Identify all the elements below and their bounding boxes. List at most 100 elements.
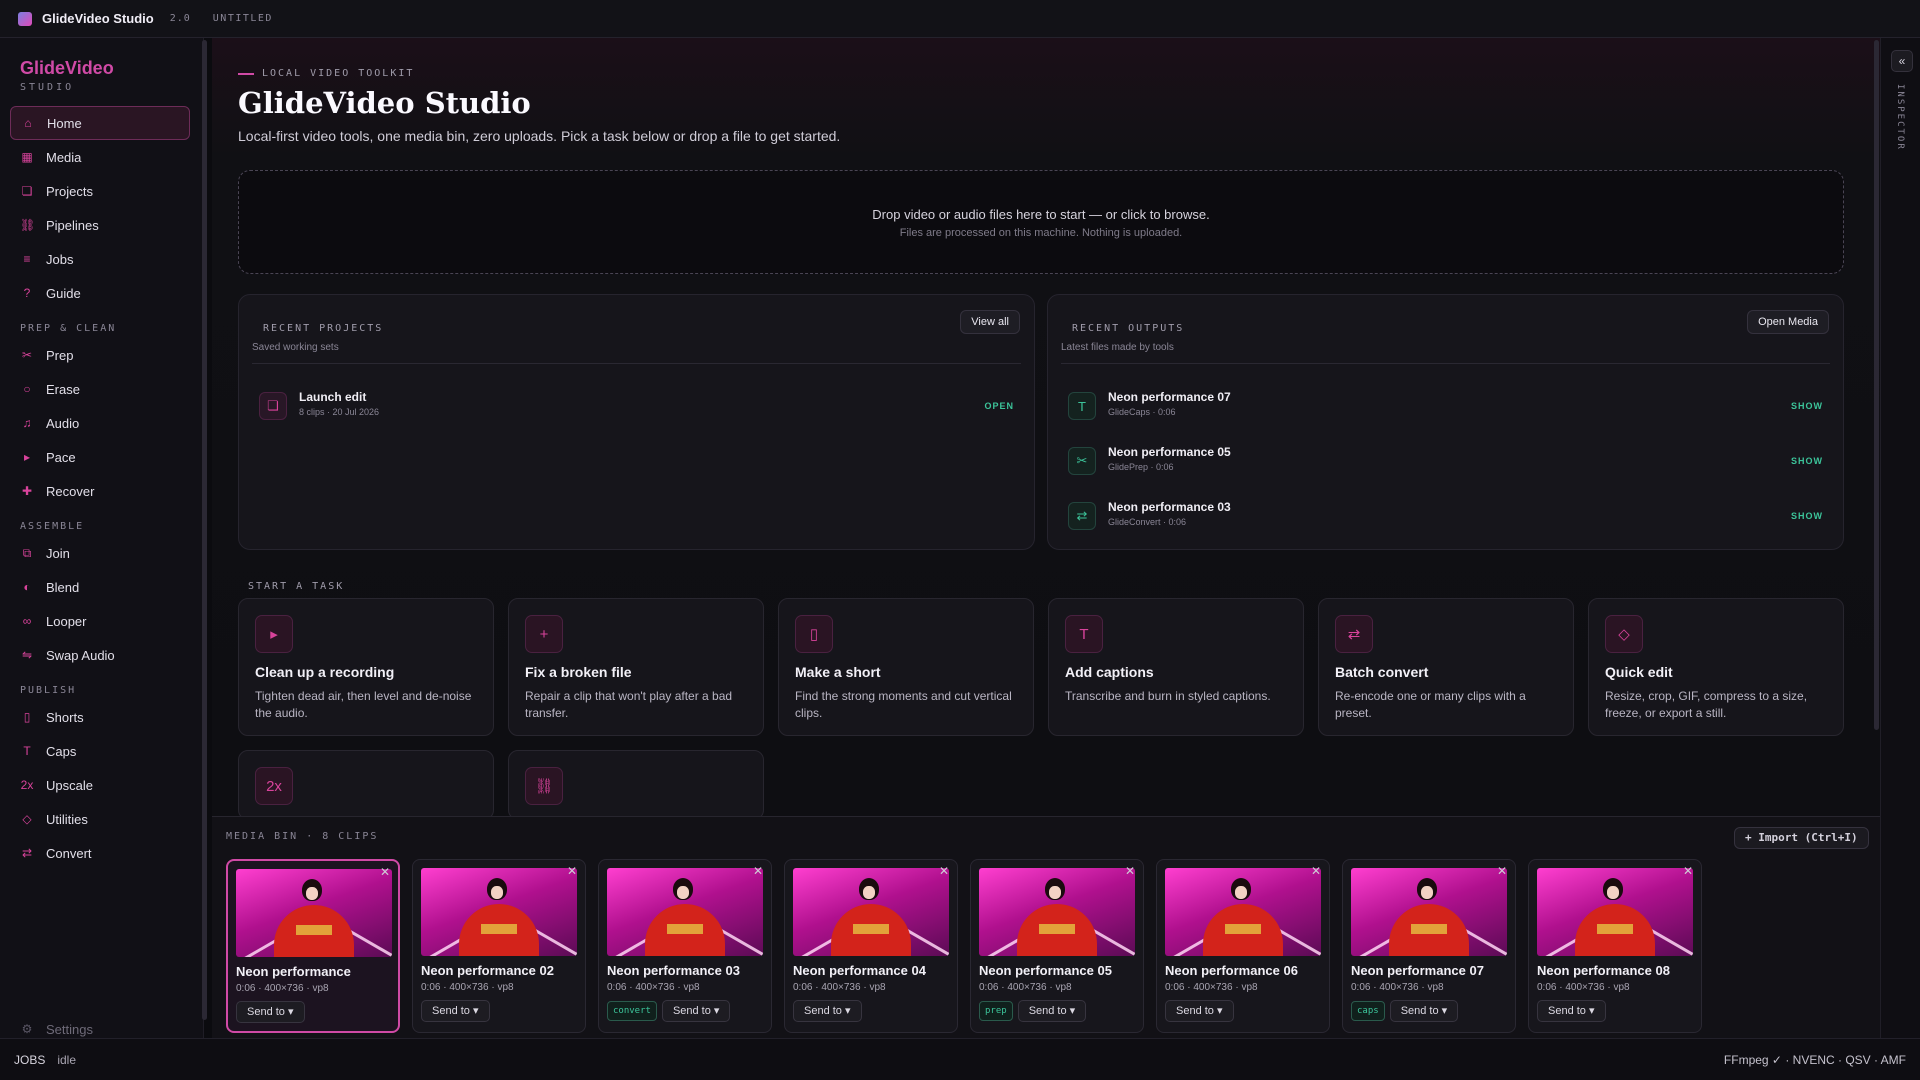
sidebar-item-erase[interactable]: ○ Erase bbox=[10, 372, 190, 406]
sidebar-group-title: ASSEMBLE bbox=[20, 521, 85, 532]
clip-actions: caps Send to ▾ bbox=[1351, 1000, 1459, 1022]
upscale-2x-icon: 2x bbox=[255, 767, 293, 805]
send-to-dropdown[interactable]: Send to ▾ bbox=[236, 1001, 305, 1023]
output-row[interactable]: ✂ Neon performance 05 GlidePrep · 0:06 S… bbox=[1068, 435, 1823, 490]
show-output-link[interactable]: SHOW bbox=[1791, 511, 1823, 521]
sidebar-item-label: Recover bbox=[46, 483, 95, 499]
sidebar-item-join[interactable]: ⧉ Join bbox=[10, 536, 190, 570]
sidebar-item-shorts[interactable]: ▯ Shorts bbox=[10, 700, 190, 734]
guide-icon: ? bbox=[23, 286, 31, 300]
sidebar-item-guide[interactable]: ? Guide bbox=[10, 276, 190, 310]
clip-tag: prep bbox=[979, 1001, 1013, 1021]
recent-outputs-panel: RECENT OUTPUTS Latest files made by tool… bbox=[1047, 294, 1844, 550]
encoder-capabilities: FFmpeg ✓ · NVENC · QSV · AMF bbox=[1723, 1052, 1906, 1067]
text-icon: T bbox=[23, 744, 31, 758]
media-clip-card[interactable]: ✕ Neon performance 07 0:06 · 400×736 · vp8… bbox=[1342, 859, 1516, 1033]
divider bbox=[252, 363, 1021, 364]
task-card-add-captions[interactable]: T Add captions Transcribe and burn in st… bbox=[1048, 598, 1304, 736]
thumbnail-figure-face bbox=[1049, 886, 1061, 899]
output-row[interactable]: ⇄ Neon performance 03 GlideConvert · 0:0… bbox=[1068, 490, 1823, 545]
send-to-dropdown[interactable]: Send to ▾ bbox=[1389, 1000, 1459, 1022]
task-card-make-short[interactable]: ▯ Make a short Find the strong moments a… bbox=[778, 598, 1034, 736]
sidebar-item-audio[interactable]: ♫ Audio bbox=[10, 406, 190, 440]
task-card-pipeline[interactable]: ⛓ bbox=[508, 750, 764, 820]
clip-name: Neon performance 07 bbox=[1351, 963, 1484, 978]
remove-clip-icon[interactable]: ✕ bbox=[753, 864, 763, 878]
music-note-icon: ♫ bbox=[22, 416, 32, 430]
blend-icon: ◐ bbox=[23, 580, 31, 594]
sidebar-item-prep[interactable]: ✂ Prep bbox=[10, 338, 190, 372]
task-card-quick-edit[interactable]: ◇ Quick edit Resize, crop, GIF, compress… bbox=[1588, 598, 1844, 736]
main-scrollbar[interactable] bbox=[1874, 40, 1879, 730]
sidebar-item-pipelines[interactable]: ⛓ Pipelines bbox=[10, 208, 190, 242]
clip-name: Neon performance 04 bbox=[793, 963, 926, 978]
media-clip-card[interactable]: ✕ Neon performance 06 0:06 · 400×736 · vp8… bbox=[1156, 859, 1330, 1033]
sidebar-item-label: Media bbox=[46, 149, 82, 165]
send-to-dropdown[interactable]: Send to ▾ bbox=[1017, 1000, 1087, 1022]
remove-clip-icon[interactable]: ✕ bbox=[380, 865, 390, 879]
sidebar-item-home[interactable]: ⌂ Home bbox=[10, 106, 190, 140]
media-clip-card[interactable]: ✕ Neon performance 04 0:06 · 400×736 · vp8… bbox=[784, 859, 958, 1033]
send-to-dropdown[interactable]: Send to ▾ bbox=[1537, 1000, 1606, 1022]
show-output-link[interactable]: SHOW bbox=[1791, 456, 1823, 466]
open-media-button[interactable]: Open Media bbox=[1747, 310, 1829, 334]
pipelines-icon: ⛓ bbox=[525, 767, 563, 805]
thumbnail-figure-sash bbox=[481, 924, 517, 934]
project-row[interactable]: ❏ Launch edit 8 clips · 20 Jul 2026 OPEN bbox=[259, 380, 1014, 435]
convert-icon: ⇄ bbox=[1335, 615, 1373, 653]
media-clip-card[interactable]: ✕ Neon performance 02 0:06 · 400×736 · vp8… bbox=[412, 859, 586, 1033]
file-drop-zone[interactable]: Drop video or audio files here to start … bbox=[238, 170, 1844, 274]
sidebar-item-caps[interactable]: T Caps bbox=[10, 734, 190, 768]
send-to-dropdown[interactable]: Send to ▾ bbox=[1165, 1000, 1234, 1022]
sidebar-item-blend[interactable]: ◐ Blend bbox=[10, 570, 190, 604]
sidebar-item-utilities[interactable]: ◇ Utilities bbox=[10, 802, 190, 836]
open-project-link[interactable]: OPEN bbox=[984, 401, 1014, 411]
media-clip-card[interactable]: ✕ Neon performance 0:06 · 400×736 · vp8 Sen… bbox=[226, 859, 400, 1033]
project-icon: ❏ bbox=[259, 392, 287, 420]
brand-name: GlideVideo bbox=[20, 58, 114, 78]
sidebar-item-looper[interactable]: ∞ Looper bbox=[10, 604, 190, 638]
output-name: Neon performance 05 bbox=[1108, 445, 1231, 459]
media-clip-card[interactable]: ✕ Neon performance 08 0:06 · 400×736 · vp8… bbox=[1528, 859, 1702, 1033]
task-card-upscale[interactable]: 2x bbox=[238, 750, 494, 820]
show-output-link[interactable]: SHOW bbox=[1791, 401, 1823, 411]
sidebar-item-media[interactable]: ▦ Media bbox=[10, 140, 190, 174]
media-clip-card[interactable]: ✕ Neon performance 03 0:06 · 400×736 · vp8… bbox=[598, 859, 772, 1033]
remove-clip-icon[interactable]: ✕ bbox=[939, 864, 949, 878]
inspector-label: INSPECTOR bbox=[1895, 84, 1905, 151]
project-name: Launch edit bbox=[299, 390, 367, 404]
clip-meta: 0:06 · 400×736 · vp8 bbox=[236, 983, 329, 994]
send-to-dropdown[interactable]: Send to ▾ bbox=[421, 1000, 490, 1022]
sidebar-item-label: Prep bbox=[46, 347, 74, 363]
sidebar-item-label: Jobs bbox=[46, 251, 74, 267]
media-clip-card[interactable]: ✕ Neon performance 05 0:06 · 400×736 · vp8… bbox=[970, 859, 1144, 1033]
remove-clip-icon[interactable]: ✕ bbox=[567, 864, 577, 878]
sidebar-item-label: Upscale bbox=[46, 777, 93, 793]
phone-icon: ▯ bbox=[23, 710, 31, 724]
sidebar-item-upscale[interactable]: 2x Upscale bbox=[10, 768, 190, 802]
import-button[interactable]: + Import (Ctrl+I) bbox=[1734, 827, 1869, 849]
jobs-label[interactable]: JOBS bbox=[14, 1053, 45, 1067]
sidebar-item-swap-audio[interactable]: ⇋ Swap Audio bbox=[10, 638, 190, 672]
clip-thumbnail bbox=[236, 869, 392, 957]
thumbnail-figure-face bbox=[306, 887, 318, 900]
sidebar-item-recover[interactable]: ✚ Recover bbox=[10, 474, 190, 508]
task-card-batch-convert[interactable]: ⇄ Batch convert Re-encode one or many cl… bbox=[1318, 598, 1574, 736]
task-card-clean-up[interactable]: ▸ Clean up a recording Tighten dead air,… bbox=[238, 598, 494, 736]
remove-clip-icon[interactable]: ✕ bbox=[1311, 864, 1321, 878]
remove-clip-icon[interactable]: ✕ bbox=[1683, 864, 1693, 878]
send-to-dropdown[interactable]: Send to ▾ bbox=[661, 1000, 731, 1022]
sidebar-scrollbar[interactable] bbox=[202, 40, 207, 1020]
view-all-button[interactable]: View all bbox=[960, 310, 1020, 334]
task-card-fix-file[interactable]: + Fix a broken file Repair a clip that w… bbox=[508, 598, 764, 736]
sidebar-item-pace[interactable]: ▸ Pace bbox=[10, 440, 190, 474]
sidebar-item-jobs[interactable]: ≡ Jobs bbox=[10, 242, 190, 276]
remove-clip-icon[interactable]: ✕ bbox=[1497, 864, 1507, 878]
remove-clip-icon[interactable]: ✕ bbox=[1125, 864, 1135, 878]
send-to-dropdown[interactable]: Send to ▾ bbox=[793, 1000, 862, 1022]
sidebar-item-convert[interactable]: ⇄ Convert bbox=[10, 836, 190, 870]
inspector-toggle-button[interactable]: « bbox=[1891, 50, 1913, 72]
sidebar-item-projects[interactable]: ❏ Projects bbox=[10, 174, 190, 208]
status-bar: JOBS idle FFmpeg ✓ · NVENC · QSV · AMF bbox=[0, 1038, 1920, 1080]
output-row[interactable]: T Neon performance 07 GlideCaps · 0:06 S… bbox=[1068, 380, 1823, 435]
